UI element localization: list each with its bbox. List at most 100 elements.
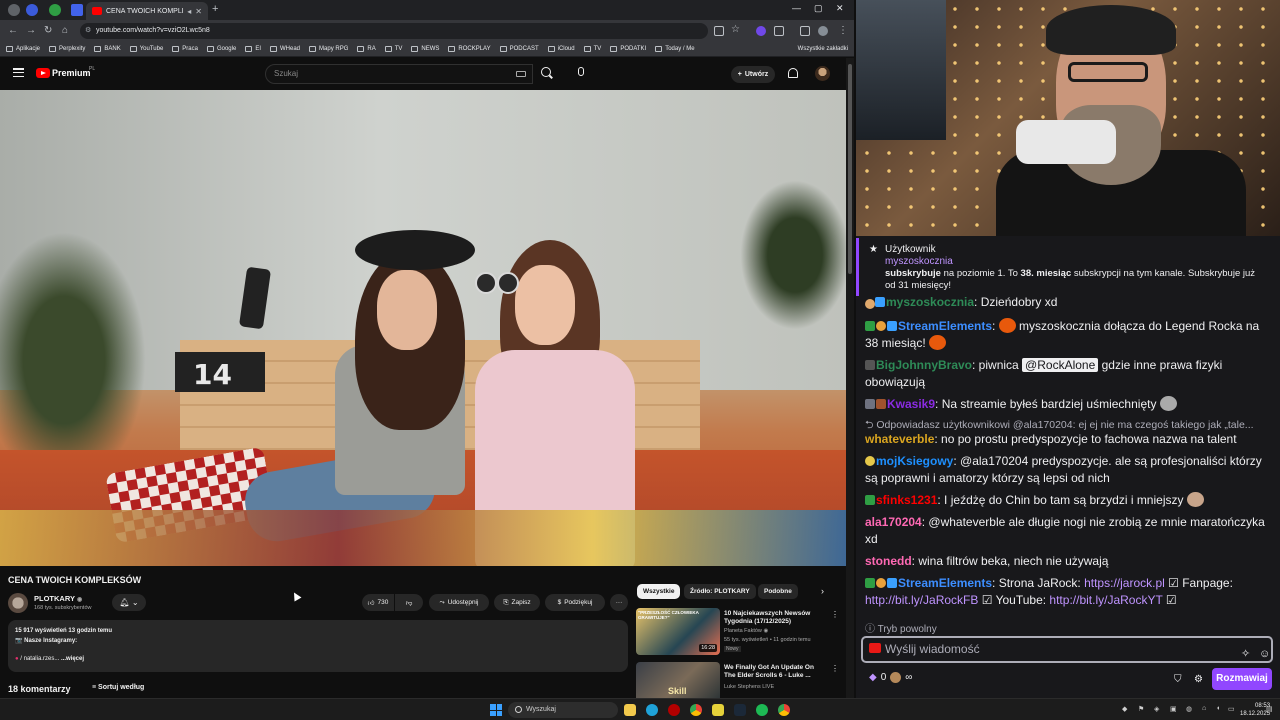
more-vertical-icon[interactable]: ⋮: [831, 664, 839, 673]
chip-related[interactable]: Podobne: [758, 584, 798, 599]
pinned-tab-icon[interactable]: [49, 4, 61, 16]
settings-gear-icon[interactable]: ⚙: [1194, 674, 1203, 685]
sort-button[interactable]: ≡ Sortuj według: [92, 684, 144, 691]
more-actions-button[interactable]: ···: [610, 594, 628, 611]
forward-icon[interactable]: →: [26, 25, 36, 36]
video-clip-icon[interactable]: [869, 643, 881, 653]
extensions-puzzle-icon[interactable]: [774, 26, 784, 36]
bookmark-item[interactable]: WHead: [270, 46, 300, 52]
steam-icon[interactable]: [734, 704, 746, 716]
microphone-icon[interactable]: [578, 67, 584, 76]
app-icon[interactable]: [668, 704, 680, 716]
channel-name[interactable]: PLOTKARY ◉: [34, 594, 82, 603]
taskbar-search[interactable]: Wyszukaj: [508, 702, 618, 718]
more-link[interactable]: ...więcej: [61, 656, 84, 662]
youtube-logo-text[interactable]: Premium: [52, 68, 91, 78]
tray-icon[interactable]: ◈: [1154, 705, 1159, 713]
hamburger-menu-icon[interactable]: [13, 68, 24, 78]
menu-kebab-icon[interactable]: ⋮: [838, 25, 848, 36]
chip-all[interactable]: Wszystkie: [637, 584, 681, 599]
page-scrollbar[interactable]: [846, 58, 854, 698]
volume-icon[interactable]: ◖: [1216, 705, 1220, 712]
description-handle[interactable]: / natalia.rzes...: [20, 656, 59, 662]
chat-link[interactable]: http://bit.ly/JaRockYT: [1049, 593, 1162, 607]
tab-close-icon[interactable]: ✕: [195, 7, 202, 16]
tab-youtube[interactable]: CENA TWOICH KOMPLEKSÓ ◂ ✕: [86, 2, 208, 20]
url-field[interactable]: ⚙ youtube.com/watch?v=vziO2Lwc5n8: [80, 23, 708, 39]
network-icon[interactable]: ⌂: [1202, 705, 1206, 712]
bookmark-item[interactable]: Praca: [172, 46, 198, 52]
description-box[interactable]: 15 917 wyświetleń 13 godzin temu 📷 Nasze…: [8, 620, 628, 672]
chrome-icon[interactable]: [778, 704, 790, 716]
subscription-bell-button[interactable]: 🔔︎ ⌄: [112, 594, 146, 611]
bookmark-item[interactable]: TV: [384, 46, 402, 52]
chat-username[interactable]: BigJohnnyBravo: [876, 358, 972, 372]
chat-username[interactable]: sfinks1231: [876, 493, 937, 507]
chat-link[interactable]: https://jarock.pl: [1084, 576, 1165, 590]
search-icon[interactable]: [541, 67, 551, 77]
video-thumbnail[interactable]: "PRZESZŁOŚĆ CZŁOWIEKA GRAWITUJE?" 16:28: [636, 608, 720, 655]
notifications-icon[interactable]: ▤: [1266, 705, 1273, 713]
thanks-button[interactable]: $ Podziękuj: [545, 594, 605, 611]
bookmark-item[interactable]: NEWS: [411, 46, 439, 52]
bookmark-item[interactable]: Aplikacje: [6, 46, 40, 52]
bookmark-item[interactable]: PODATKI: [610, 46, 646, 52]
sparkle-icon[interactable]: ✧: [1241, 643, 1250, 666]
site-info-icon[interactable]: ⚙: [85, 23, 91, 39]
battery-icon[interactable]: ▭: [1228, 705, 1235, 713]
tray-icon[interactable]: ▣: [1170, 705, 1177, 713]
chevron-right-icon[interactable]: ›: [821, 586, 824, 596]
channel-avatar[interactable]: [8, 593, 28, 613]
windows-start-icon[interactable]: [490, 704, 502, 716]
bookmark-item[interactable]: Perplexity: [49, 46, 85, 52]
notifications-bell-icon[interactable]: [788, 68, 798, 78]
bookmark-item[interactable]: Mapy RPG: [309, 46, 348, 52]
edge-icon[interactable]: [646, 704, 658, 716]
bookmark-item[interactable]: BANK: [94, 46, 121, 52]
cast-icon[interactable]: [714, 26, 724, 36]
bookmark-item[interactable]: iCloud: [547, 46, 575, 52]
bookmark-item[interactable]: Today / Me: [655, 46, 695, 52]
chat-username[interactable]: StreamElements: [898, 319, 992, 333]
chrome-icon[interactable]: [690, 704, 702, 716]
close-window-icon[interactable]: ✕: [836, 3, 844, 14]
reload-icon[interactable]: ↻: [44, 25, 52, 36]
dislike-button[interactable]: 👎︎: [395, 594, 423, 611]
tray-icon[interactable]: ◍: [1186, 705, 1192, 713]
chat-username[interactable]: stonedd: [865, 554, 912, 568]
avatar[interactable]: [815, 66, 830, 81]
new-tab-icon[interactable]: +: [212, 3, 218, 15]
like-button[interactable]: 👍︎ 730: [362, 594, 394, 611]
chat-username[interactable]: myszoskocznia: [886, 295, 974, 309]
bookmark-item[interactable]: TV: [583, 46, 601, 52]
speaker-icon[interactable]: ◂: [187, 7, 191, 16]
save-button[interactable]: ⎘ Zapisz: [494, 594, 540, 611]
youtube-logo-icon[interactable]: [36, 68, 50, 78]
mention[interactable]: @RockAlone: [1022, 358, 1099, 372]
bookmark-item[interactable]: PODCAST: [499, 46, 539, 52]
chat-username[interactable]: StreamElements: [898, 576, 992, 590]
home-icon[interactable]: ⌂: [62, 25, 68, 36]
bits-balance[interactable]: ◆ 0 ∞: [869, 672, 912, 683]
bookmark-item[interactable]: YouTube: [129, 46, 163, 52]
tray-icon[interactable]: ⚑: [1138, 705, 1144, 713]
notes-icon[interactable]: [712, 704, 724, 716]
bookmark-item[interactable]: Google: [206, 46, 236, 52]
chat-username[interactable]: ala170204: [865, 515, 922, 529]
video-thumbnail[interactable]: Skill: [636, 662, 720, 698]
spotify-icon[interactable]: [756, 704, 768, 716]
sidebar-icon[interactable]: [800, 26, 810, 36]
bookmark-item[interactable]: RA: [357, 46, 376, 52]
extension-icon[interactable]: [756, 26, 766, 36]
create-button[interactable]: + Utwórz: [731, 66, 775, 83]
shield-icon[interactable]: ⛉: [1174, 674, 1182, 685]
file-explorer-icon[interactable]: [624, 704, 636, 716]
more-vertical-icon[interactable]: ⋮: [831, 610, 839, 619]
chat-send-button[interactable]: Rozmawiaj: [1212, 668, 1272, 690]
tray-icon[interactable]: ◆: [1122, 705, 1127, 713]
chat-link[interactable]: http://bit.ly/JaRockFB: [865, 593, 978, 607]
chip-source[interactable]: Źródło: PLOTKARY: [684, 584, 756, 599]
recommended-video[interactable]: Skill We Finally Got An Update On The El…: [636, 662, 839, 698]
tab-list-icon[interactable]: [8, 4, 20, 16]
profile-avatar-icon[interactable]: [818, 26, 828, 36]
